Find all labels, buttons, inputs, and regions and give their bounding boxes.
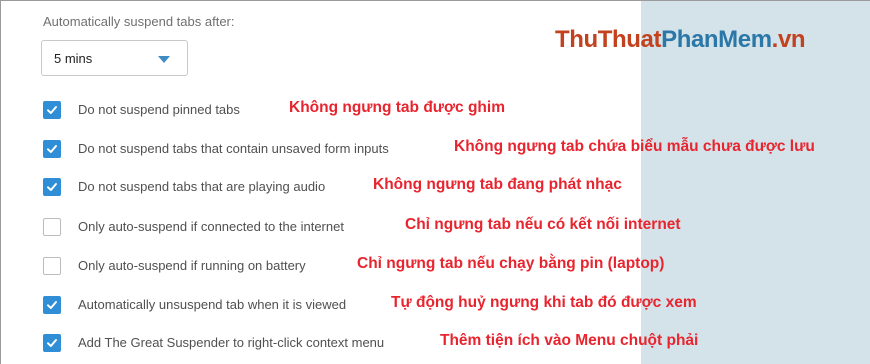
battery-checkbox[interactable] — [43, 257, 61, 275]
option-label: Do not suspend pinned tabs — [78, 102, 240, 117]
context-menu-checkbox[interactable] — [43, 334, 61, 352]
annotation-label: Chỉ ngưng tab nếu chạy bằng pin (laptop) — [357, 255, 665, 272]
pinned-tabs-checkbox[interactable] — [43, 101, 61, 119]
annotation-label: Không ngưng tab được ghim — [289, 99, 505, 116]
watermark-part1: ThuThuat — [555, 26, 662, 53]
option-label: Do not suspend tabs that are playing aud… — [78, 179, 326, 194]
option-label: Automatically unsuspend tab when it is v… — [78, 297, 347, 312]
suspend-time-select[interactable]: 5 mins — [41, 40, 188, 76]
checkmark-icon — [47, 339, 57, 347]
annotation-label: Không ngưng tab chứa biểu mẫu chưa được … — [454, 138, 815, 155]
annotation-label: Thêm tiện ích vào Menu chuột phải — [440, 332, 699, 349]
suspend-after-heading: Automatically suspend tabs after: — [43, 14, 235, 29]
watermark-part2: PhanMem — [661, 26, 772, 53]
option-label: Add The Great Suspender to right-click c… — [78, 335, 385, 350]
option-label: Do not suspend tabs that contain unsaved… — [78, 141, 389, 156]
checkmark-icon — [47, 145, 57, 153]
option-label: Only auto-suspend if connected to the in… — [78, 219, 344, 234]
annotation-label: Chỉ ngưng tab nếu có kết nối internet — [405, 216, 681, 233]
chevron-down-icon — [158, 56, 170, 63]
playing-audio-checkbox[interactable] — [43, 178, 61, 196]
internet-checkbox[interactable] — [43, 218, 61, 236]
annotation-label: Không ngưng tab đang phát nhạc — [373, 176, 622, 193]
checkmark-icon — [47, 301, 57, 309]
annotation-label: Tự động huỷ ngưng khi tab đó được xem — [391, 294, 697, 311]
unsaved-form-checkbox[interactable] — [43, 140, 61, 158]
checkmark-icon — [47, 183, 57, 191]
watermark-logo: ThuThuatPhanMem.vn — [555, 26, 806, 54]
option-label: Only auto-suspend if running on battery — [78, 258, 306, 273]
suspend-time-value: 5 mins — [54, 51, 93, 66]
window-border-left — [0, 0, 1, 364]
unsuspend-viewed-checkbox[interactable] — [43, 296, 61, 314]
watermark-part3: .vn — [771, 26, 806, 53]
checkmark-icon — [47, 106, 57, 114]
